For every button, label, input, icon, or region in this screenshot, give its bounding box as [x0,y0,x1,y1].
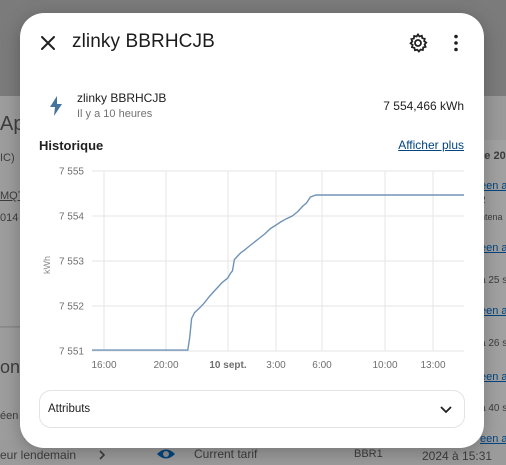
gear-icon[interactable] [406,31,430,55]
background-text: eur lendemain [0,448,77,462]
x-tick-label: 3:00 [266,360,286,371]
y-tick-label: 7 554 [59,212,84,223]
x-tick-label: 6:00 [312,360,332,371]
background-text: Current tarif [194,447,258,461]
chevron-down-icon [440,406,452,414]
x-tick-label: 16:00 [91,360,116,371]
x-tick-label: 10 sept. [209,360,246,371]
entity-last-changed: Il y a 10 heures [77,108,153,120]
background-text: 014 [0,212,19,224]
more-info-dialog: zlinky BBRHCJB zlinky BBRHCJB Il y a 10 … [20,13,484,448]
dialog-title: zlinky BBRHCJB [72,31,215,52]
x-tick-label: 10:00 [372,360,397,371]
x-tick-label: 20:00 [153,360,178,371]
entity-state: 7 554,466 kWh [383,99,464,113]
background-text: BBR1 [354,448,383,460]
y-tick-label: 7 555 [59,167,84,178]
x-tick-label: 13:00 [420,360,445,371]
close-icon[interactable] [36,31,60,55]
entity-name: zlinky BBRHCJB [77,91,167,105]
more-vertical-icon[interactable] [444,31,468,55]
y-axis-label: kWh [42,256,52,274]
y-tick-label: 7 551 [59,347,84,358]
attributes-label: Attributs [48,403,91,415]
history-title: Historique [39,138,104,153]
attributes-expander[interactable]: Attributs [39,390,465,428]
eye-icon [157,449,175,459]
background-text: IC) [0,152,15,164]
chevron-right-icon [99,450,106,460]
background-text: éen [0,410,19,422]
background-link[interactable]: een a [480,433,506,445]
history-chart[interactable]: 7 551 7 552 7 553 7 554 7 555 16:00 20:00 10 s… [34,161,470,383]
background-text: 2024 à 15:31 [422,449,493,463]
y-tick-label: 7 552 [59,302,84,313]
y-tick-label: 7 553 [59,257,84,268]
series-line [92,194,464,351]
show-more-link[interactable]: Afficher plus [398,138,464,152]
flash-icon [50,96,62,116]
